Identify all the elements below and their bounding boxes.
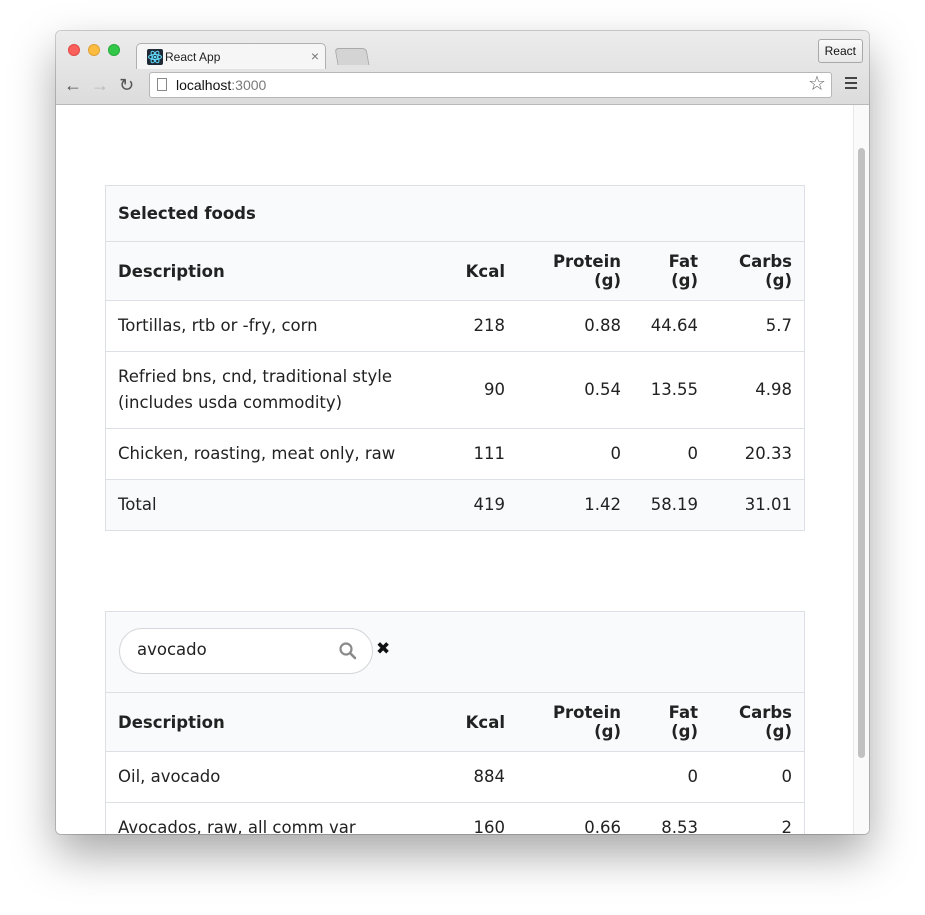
cell-carbs: 4.98 <box>710 351 804 429</box>
column-header: Carbs (g) <box>710 241 804 301</box>
cell-kcal: 884 <box>442 751 517 803</box>
cell-fat: 8.53 <box>633 802 710 834</box>
cell-protein <box>517 751 633 803</box>
cell-fat: 0 <box>633 428 710 480</box>
search-input[interactable] <box>137 640 327 659</box>
reload-icon[interactable]: ↻ <box>119 75 134 95</box>
column-header: Fat (g) <box>633 241 710 301</box>
cell-description: Refried bns, cnd, traditional style (inc… <box>106 351 442 429</box>
table-row[interactable]: Oil, avocado 884 0 0 <box>106 751 804 803</box>
url-host: localhost <box>176 77 232 93</box>
cell-description: Avocados, raw, all comm var <box>106 802 442 834</box>
cell-carbs: 0 <box>710 751 804 803</box>
cell-protein: 0.66 <box>517 802 633 834</box>
window-minimize-button[interactable] <box>88 44 100 56</box>
scrollbar[interactable] <box>853 105 869 834</box>
clear-icon[interactable]: ✖ <box>376 640 390 658</box>
column-header: Description <box>106 693 442 752</box>
cell-kcal: 90 <box>442 351 517 429</box>
column-header: Protein (g) <box>517 241 633 301</box>
window-maximize-button[interactable] <box>108 44 120 56</box>
food-search-panel: ✖ Description Kcal Protein (g) Fat (g) C… <box>105 611 805 834</box>
cell-description: Tortillas, rtb or -fry, corn <box>106 300 442 352</box>
forward-icon[interactable]: → <box>91 75 109 95</box>
cell-kcal: 160 <box>442 802 517 834</box>
tab-title: React App <box>165 50 221 64</box>
cell-kcal: 218 <box>442 300 517 352</box>
table-row[interactable]: Avocados, raw, all comm var 160 0.66 8.5… <box>106 802 804 834</box>
back-icon[interactable]: ← <box>64 75 82 95</box>
react-extension-button[interactable]: React <box>817 39 863 63</box>
total-protein: 1.42 <box>517 479 633 530</box>
cell-carbs: 20.33 <box>710 428 804 480</box>
star-icon[interactable]: ☆ <box>808 73 826 95</box>
cell-description: Oil, avocado <box>106 751 442 803</box>
column-header: Description <box>106 241 442 301</box>
tab-close-icon[interactable]: × <box>311 48 319 64</box>
cell-protein: 0.54 <box>517 351 633 429</box>
cell-fat: 44.64 <box>633 300 710 352</box>
page-icon <box>157 78 167 91</box>
menu-icon[interactable] <box>845 77 857 92</box>
search-bar: ✖ <box>106 612 804 693</box>
search-field[interactable] <box>119 628 373 674</box>
page-viewport: Selected foods Description Kcal Protein … <box>56 105 869 834</box>
table-row[interactable]: Chicken, roasting, meat only, raw 111 0 … <box>106 428 804 480</box>
browser-window: React App × React ← → ↻ localhost:3000 ☆… <box>56 31 869 834</box>
total-kcal: 419 <box>442 479 517 530</box>
table-title: Selected foods <box>106 186 804 242</box>
cell-protein: 0.88 <box>517 300 633 352</box>
new-tab-button[interactable] <box>334 48 370 65</box>
total-row: Total 419 1.42 58.19 31.01 <box>106 479 804 530</box>
total-fat: 58.19 <box>633 479 710 530</box>
url-port: :3000 <box>231 77 267 93</box>
browser-tab[interactable]: React App × <box>136 43 326 69</box>
total-carbs: 31.01 <box>710 479 804 530</box>
column-header: Kcal <box>442 241 517 301</box>
cell-fat: 13.55 <box>633 351 710 429</box>
scrollbar-thumb[interactable] <box>858 148 865 758</box>
url-text[interactable]: localhost:3000 <box>176 77 266 93</box>
selected-foods-table: Selected foods Description Kcal Protein … <box>105 185 805 531</box>
total-label: Total <box>106 479 442 530</box>
window-close-button[interactable] <box>68 44 80 56</box>
cell-protein: 0 <box>517 428 633 480</box>
browser-toolbar: React App × React ← → ↻ localhost:3000 ☆ <box>56 31 869 105</box>
search-icon[interactable] <box>338 641 358 661</box>
column-header: Protein (g) <box>517 693 633 752</box>
column-header: Kcal <box>442 693 517 752</box>
cell-kcal: 111 <box>442 428 517 480</box>
react-logo-icon <box>147 49 163 65</box>
cell-carbs: 5.7 <box>710 300 804 352</box>
address-bar[interactable]: localhost:3000 <box>149 72 832 98</box>
table-row[interactable]: Tortillas, rtb or -fry, corn 218 0.88 44… <box>106 300 804 352</box>
column-header: Fat (g) <box>633 693 710 752</box>
column-header: Carbs (g) <box>710 693 804 752</box>
table-row[interactable]: Refried bns, cnd, traditional style (inc… <box>106 351 804 429</box>
cell-carbs: 2 <box>710 802 804 834</box>
cell-fat: 0 <box>633 751 710 803</box>
cell-description: Chicken, roasting, meat only, raw <box>106 428 442 480</box>
